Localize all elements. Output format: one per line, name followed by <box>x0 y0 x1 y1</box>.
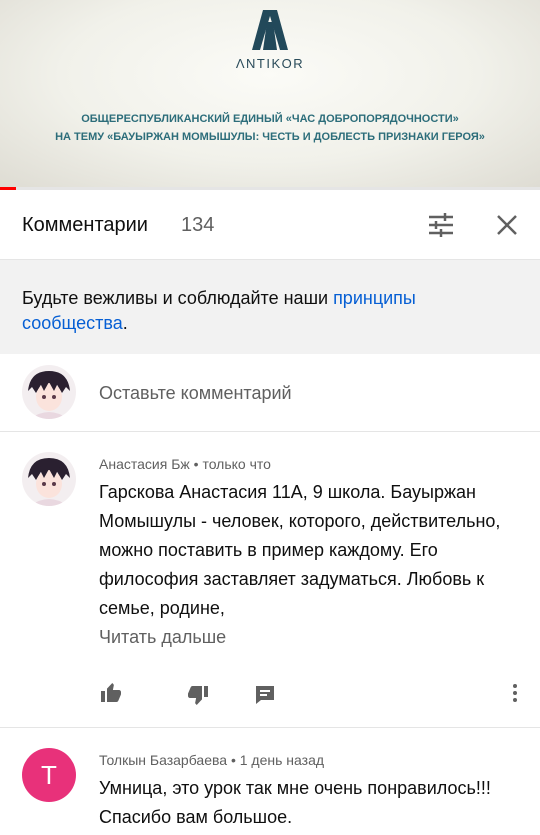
comment-item: Анастасия Бж • только что Гарскова Анаст… <box>0 432 540 728</box>
banner-line-2: НА ТЕМУ «БАУЫРЖАН МОМЫШУЛЫ: ЧЕСТЬ И ДОБЛ… <box>55 131 485 143</box>
add-comment-row[interactable]: Оставьте комментарий <box>0 354 540 432</box>
comments-header: Комментарии 134 <box>0 190 540 260</box>
comments-count: 134 <box>181 214 215 236</box>
antikor-emblem-icon <box>252 10 288 50</box>
video-player[interactable]: ΛNTIKOR ОБЩЕРЕСПУБЛИКАНСКИЙ ЕДИНЫЙ «ЧАС … <box>0 0 540 187</box>
close-button[interactable] <box>491 209 523 241</box>
notice-text: Будьте вежливы и соблюдайте наши принцип… <box>22 288 416 333</box>
like-button[interactable] <box>99 681 127 709</box>
avatar[interactable] <box>22 452 76 506</box>
comment-author[interactable]: Анастасия Бж <box>99 456 190 472</box>
comment-item: Т Толкын Базарбаева • 1 день назад Умниц… <box>0 728 540 835</box>
antikor-logo: ΛNTIKOR <box>0 8 540 71</box>
sort-filter-button[interactable] <box>424 209 458 241</box>
more-vertical-icon <box>513 684 517 702</box>
dislike-button[interactable] <box>186 683 214 711</box>
banner-line-1: ОБЩЕРЕСПУБЛИКАНСКИЙ ЕДИНЫЙ «ЧАС ДОБРОПОР… <box>81 113 459 125</box>
comment-meta: Толкын Базарбаева • 1 день назад <box>99 752 325 768</box>
comment-text: Умница, это урок так мне очень понравило… <box>99 778 491 827</box>
community-guidelines-notice: Будьте вежливы и соблюдайте наши принцип… <box>0 260 540 354</box>
reply-comment-icon <box>256 686 274 704</box>
comments-title: Комментарии <box>22 214 148 236</box>
sliders-icon <box>429 213 453 237</box>
avatar <box>22 365 76 419</box>
thumbs-up-icon <box>101 683 121 702</box>
thumbs-down-icon <box>188 686 208 705</box>
comment-time: только что <box>202 456 271 472</box>
comment-time: 1 день назад <box>239 752 325 768</box>
more-options-button[interactable] <box>503 681 531 709</box>
read-more-link[interactable]: Читать дальше <box>99 627 226 648</box>
comment-meta: Анастасия Бж • только что <box>99 456 271 472</box>
reply-button[interactable] <box>253 683 281 711</box>
avatar[interactable]: Т <box>22 748 76 802</box>
comment-author[interactable]: Толкын Базарбаева <box>99 752 227 768</box>
close-icon <box>497 215 517 235</box>
logo-text: ΛNTIKOR <box>235 56 305 71</box>
comment-text: Гарскова Анастасия 11А, 9 школа. Бауыржа… <box>99 482 501 618</box>
add-comment-input[interactable]: Оставьте комментарий <box>99 383 292 404</box>
